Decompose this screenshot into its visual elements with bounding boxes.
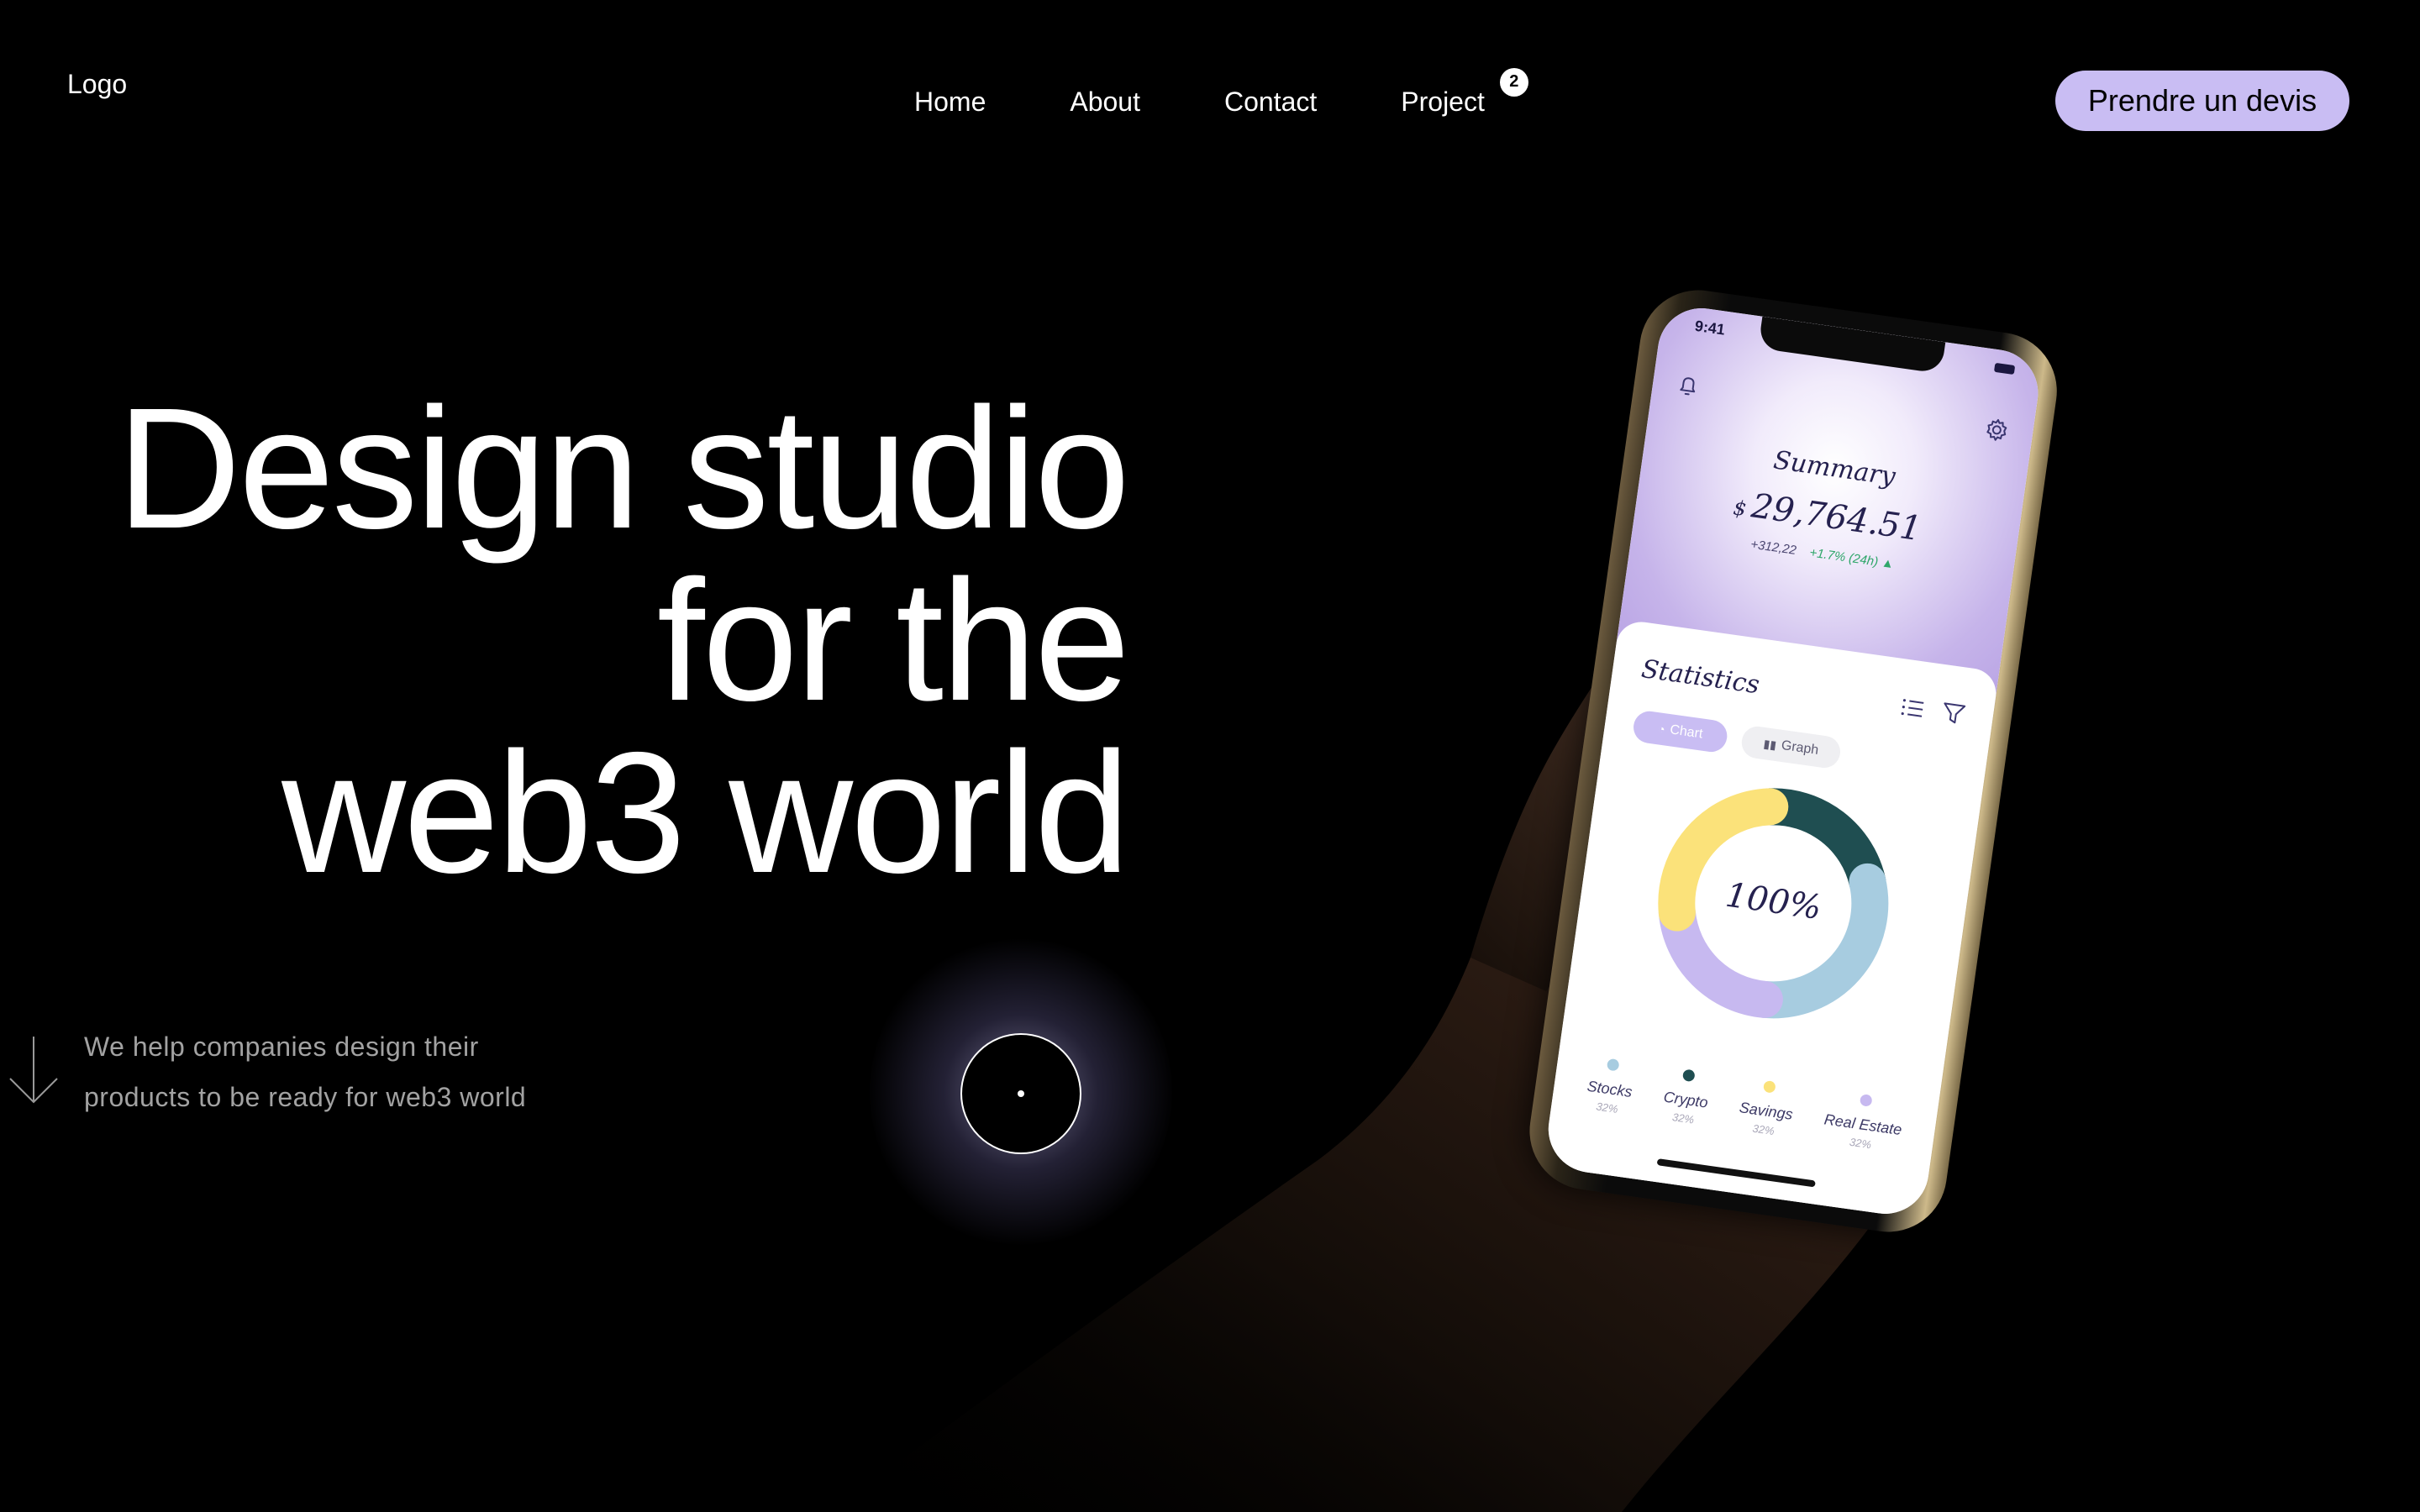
donut-legend: Stocks 32% Crypto 32% Savings 32% Real E…: [1568, 1053, 1922, 1157]
phone-mockup: 9:41 Summary $29,764.51 +312,22 +1.7% (2…: [1504, 282, 2067, 1277]
legend-pct: 32%: [1671, 1110, 1696, 1126]
legend-pct: 32%: [1595, 1100, 1619, 1116]
legend-pct: 32%: [1751, 1121, 1776, 1138]
filter-icon[interactable]: [1939, 700, 1968, 728]
phone-device: 9:41 Summary $29,764.51 +312,22 +1.7% (2…: [1439, 260, 2133, 1311]
legend-item-savings: Savings 32%: [1736, 1077, 1797, 1139]
bell-icon[interactable]: [1675, 372, 1702, 399]
quote-button[interactable]: Prendre un devis: [2055, 71, 2349, 131]
nav-contact[interactable]: Contact: [1224, 87, 1317, 118]
nav-home[interactable]: Home: [914, 87, 986, 118]
legend-pct: 32%: [1849, 1135, 1872, 1152]
nav-about[interactable]: About: [1070, 87, 1140, 118]
legend-item-real-estate: Real Estate 32%: [1821, 1089, 1906, 1155]
hero-subtext-line-1: We help companies design their: [84, 1032, 479, 1062]
graph-tab[interactable]: ▮▮ Graph: [1739, 724, 1843, 770]
legend-item-stocks: Stocks 32%: [1584, 1056, 1637, 1117]
legend-name: Crypto: [1662, 1088, 1709, 1111]
gear-icon[interactable]: [1982, 416, 2011, 444]
summary-currency: $: [1732, 496, 1749, 522]
statistics-card: Statistics ◔ Chart ▮▮ Graph 100% Stocks …: [1543, 618, 2000, 1220]
nav-project-label: Project: [1401, 86, 1485, 117]
nav-about-label: About: [1070, 86, 1140, 117]
project-count-badge: 2: [1499, 67, 1528, 97]
main-nav: Home About Contact Project 2: [914, 67, 1528, 123]
nav-home-label: Home: [914, 86, 986, 117]
legend-dot: [1860, 1094, 1874, 1107]
graph-tab-label: Graph: [1780, 738, 1820, 758]
arrow-down-icon[interactable]: [7, 1035, 60, 1105]
legend-dot: [1606, 1058, 1620, 1072]
legend-item-crypto: Crypto 32%: [1660, 1067, 1712, 1128]
legend-name: Real Estate: [1823, 1110, 1903, 1139]
legend-name: Stocks: [1586, 1077, 1634, 1101]
hero-subtext-line-2: products to be ready for web3 world: [84, 1082, 527, 1112]
pie-chart-icon: ◔: [1657, 722, 1666, 737]
chart-tab[interactable]: ◔ Chart: [1631, 709, 1729, 754]
hero-subtext: We help companies design their products …: [84, 1021, 526, 1122]
legend-name: Savings: [1738, 1099, 1794, 1123]
nav-contact-label: Contact: [1223, 86, 1318, 117]
list-icon[interactable]: [1900, 696, 1926, 721]
bar-graph-icon: ▮▮: [1762, 736, 1778, 752]
legend-dot: [1682, 1068, 1697, 1083]
nav-project[interactable]: Project 2: [1401, 67, 1528, 118]
chart-tab-label: Chart: [1669, 722, 1704, 742]
page: Logo Home About Contact Project 2 Prendr…: [0, 0, 2420, 1512]
phone-screen: 9:41 Summary $29,764.51 +312,22 +1.7% (2…: [1543, 302, 2044, 1220]
legend-dot: [1762, 1079, 1776, 1094]
statistics-title: Statistics: [1639, 654, 1762, 701]
logo[interactable]: Logo: [67, 69, 127, 100]
